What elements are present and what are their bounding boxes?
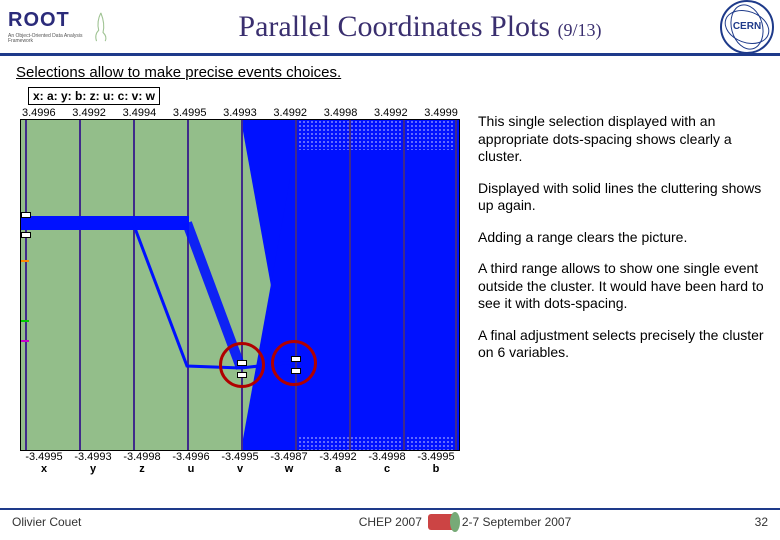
axis-name: z [120, 463, 164, 475]
range-tick [21, 340, 29, 342]
axis-name: v [218, 463, 262, 475]
cern-label: CERN [733, 21, 761, 32]
tick-top: 3.4996 [22, 107, 56, 119]
chart-column: 3.4996 3.4992 3.4994 3.4995 3.4993 3.499… [20, 107, 460, 475]
parallel-coordinates-plot [20, 119, 460, 451]
root-tagline: An Object-Oriented Data Analysis Framewo… [8, 34, 86, 45]
axis-expression-box: x: a: y: b: z: u: c: v: w [28, 87, 160, 105]
highlight-circle [271, 340, 317, 386]
explanation-column: This single selection displayed with an … [460, 107, 772, 475]
range-tick [21, 260, 29, 262]
paragraph: A final adjustment selects precisely the… [478, 327, 768, 362]
tick-bot: -3.4987 [267, 451, 311, 463]
tick-top: 3.4992 [374, 107, 408, 119]
range-tick [21, 320, 29, 322]
paragraph: Adding a range clears the picture. [478, 229, 768, 247]
axis-name: b [414, 463, 458, 475]
axis-name: y [71, 463, 115, 475]
tick-bot: -3.4996 [169, 451, 213, 463]
slide-subtitle: Selections allow to make precise events … [0, 56, 780, 85]
axis-name: w [267, 463, 311, 475]
author: Olivier Couet [12, 515, 202, 529]
slide-title: Parallel Coordinates Plots (9/13) [120, 10, 720, 44]
tick-top: 3.4995 [173, 107, 207, 119]
chep-logo-icon [428, 514, 456, 530]
root-logo: ROOT An Object-Oriented Data Analysis Fr… [0, 4, 120, 50]
tick-top: 3.4993 [223, 107, 257, 119]
cern-logo: CERN [720, 0, 774, 54]
axis-name: x [22, 463, 66, 475]
axis-name: a [316, 463, 360, 475]
range-marker [21, 212, 31, 218]
paragraph: A third range allows to show one single … [478, 260, 768, 313]
content-row: 3.4996 3.4992 3.4994 3.4995 3.4993 3.499… [0, 107, 780, 475]
range-marker [21, 232, 31, 238]
tick-top: 3.4992 [273, 107, 307, 119]
tick-bot: -3.4998 [365, 451, 409, 463]
conference-dates: 2-7 September 2007 [462, 515, 571, 529]
single-event-line [21, 120, 460, 451]
tick-top: 3.4994 [123, 107, 157, 119]
tick-bot: -3.4995 [218, 451, 262, 463]
tick-top: 3.4992 [72, 107, 106, 119]
tick-top: 3.4999 [424, 107, 458, 119]
paragraph: This single selection displayed with an … [478, 113, 768, 166]
root-tree-icon [90, 8, 112, 46]
tick-top: 3.4998 [324, 107, 358, 119]
axis-name: u [169, 463, 213, 475]
paragraph: Displayed with solid lines the clutterin… [478, 180, 768, 215]
axis-bottom-labels: -3.4995x -3.4993y -3.4998z -3.4996u -3.4… [20, 451, 460, 475]
page-number: 32 [728, 515, 768, 529]
highlight-circle [219, 342, 265, 388]
conference-name: CHEP 2007 [359, 515, 422, 529]
slide-header: ROOT An Object-Oriented Data Analysis Fr… [0, 0, 780, 56]
axis-name: c [365, 463, 409, 475]
slide-footer: Olivier Couet CHEP 2007 2-7 September 20… [0, 508, 780, 534]
conference-info: CHEP 2007 2-7 September 2007 [202, 514, 728, 530]
tick-bot: -3.4993 [71, 451, 115, 463]
tick-bot: -3.4995 [414, 451, 458, 463]
title-text: Parallel Coordinates Plots [238, 10, 550, 43]
tick-bot: -3.4992 [316, 451, 360, 463]
tick-bot: -3.4998 [120, 451, 164, 463]
axis-top-labels: 3.4996 3.4992 3.4994 3.4995 3.4993 3.499… [20, 107, 460, 119]
tick-bot: -3.4995 [22, 451, 66, 463]
slide-counter: (9/13) [558, 20, 602, 40]
root-wordmark: ROOT [8, 9, 86, 32]
